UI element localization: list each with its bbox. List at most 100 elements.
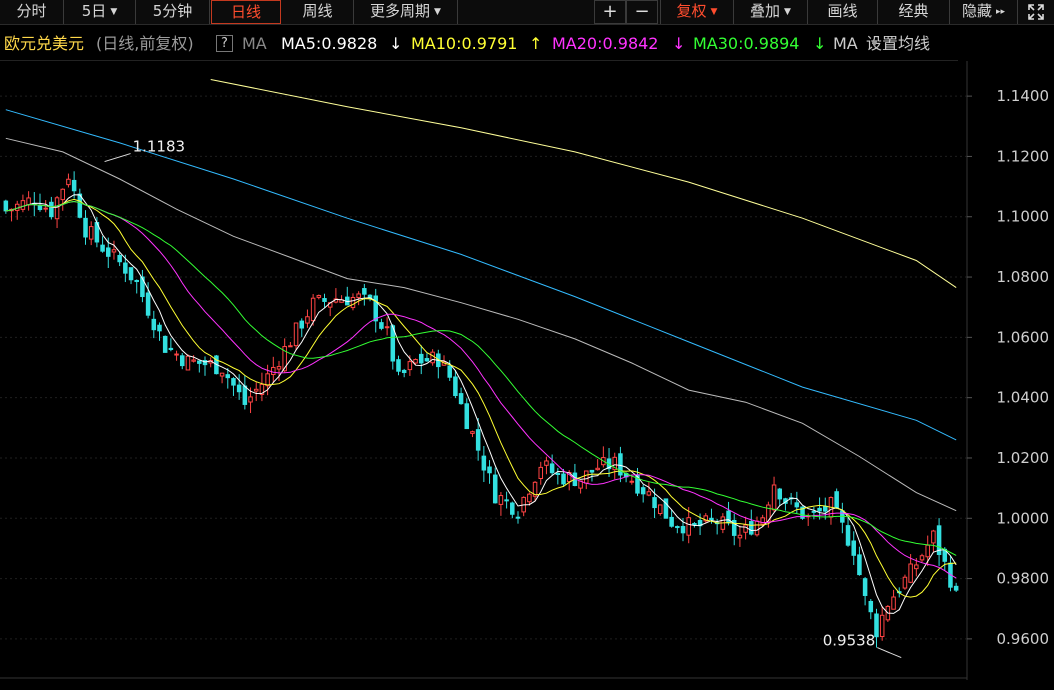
candle-down <box>555 473 561 476</box>
candle-up <box>111 249 117 253</box>
candle-up <box>356 293 361 299</box>
candle-up <box>293 322 299 347</box>
price-tick-label: 1.0000 <box>997 509 1050 527</box>
candle-up <box>253 388 259 392</box>
candle-down <box>823 505 828 512</box>
candle-down <box>71 179 77 192</box>
candle-down <box>589 469 595 473</box>
price-tick-label: 1.1200 <box>997 147 1050 165</box>
candle-down <box>106 247 111 257</box>
candle-up <box>271 366 276 375</box>
candle-down <box>134 279 139 283</box>
candle-up <box>527 493 532 503</box>
ma5-line <box>5 194 957 614</box>
candle-up <box>191 359 196 362</box>
candle-up <box>88 226 94 240</box>
candle-down <box>481 455 487 471</box>
candle-down <box>225 374 231 379</box>
candle-down <box>424 358 430 362</box>
candle-down <box>117 254 122 263</box>
candle-down <box>3 200 9 212</box>
candle-down <box>794 502 800 508</box>
candle-up <box>276 366 282 370</box>
candle-down <box>197 360 202 364</box>
price-tick-label: 1.1000 <box>997 208 1050 226</box>
candle-down <box>236 384 242 393</box>
candle-down <box>492 474 498 504</box>
candle-down <box>640 487 646 495</box>
candle-up <box>914 564 919 570</box>
candle-down <box>652 497 657 509</box>
price-axis: 1.1400 1.1200 1.1000 1.0800 1.0600 1.0400 1.02… <box>967 87 1049 648</box>
candle-up <box>350 296 356 309</box>
candle-down <box>401 369 407 374</box>
candle-down <box>100 244 105 252</box>
candle-down <box>362 288 367 295</box>
candle-up <box>743 524 748 533</box>
candle-down <box>162 335 168 353</box>
candle-down <box>447 365 452 378</box>
price-tick-label: 1.0600 <box>997 328 1050 346</box>
candle-down <box>845 525 851 546</box>
grid-lines <box>0 95 967 640</box>
candle-down <box>396 359 401 372</box>
candle-up <box>316 295 322 298</box>
candle-up <box>919 555 925 561</box>
candle-up <box>879 614 885 638</box>
price-tick-label: 0.9800 <box>997 570 1050 588</box>
candle-up <box>219 372 225 377</box>
candle-up <box>384 326 390 329</box>
candle-up <box>754 520 760 536</box>
candle-up <box>310 297 316 322</box>
candle-down <box>151 318 157 331</box>
candle-up <box>902 576 908 589</box>
candle-down <box>231 378 236 386</box>
candle-down <box>157 324 162 332</box>
annotation-arrow <box>877 647 902 659</box>
candle-up <box>686 517 691 536</box>
price-tick-label: 1.0200 <box>997 449 1050 467</box>
candle-up <box>629 480 635 483</box>
candle-up <box>288 345 293 348</box>
candle-up <box>305 316 310 324</box>
candle-down <box>475 429 481 451</box>
candle-down <box>77 193 83 218</box>
candle-down <box>851 540 856 556</box>
candle-down <box>817 507 822 512</box>
ma30-line <box>5 200 957 556</box>
candle-down <box>953 585 959 591</box>
candle-down <box>777 488 783 500</box>
annotation-arrow <box>104 153 131 163</box>
candle-down <box>83 217 88 238</box>
candle-down <box>299 320 305 329</box>
long-ma-line-3 <box>210 79 957 289</box>
candle-down <box>515 516 521 519</box>
candle-down <box>504 499 509 502</box>
candle-down <box>123 262 128 274</box>
candle-up <box>931 530 936 544</box>
candle-up <box>908 563 913 583</box>
candle-up <box>760 517 765 525</box>
candle-down <box>49 201 54 218</box>
candle-down <box>487 466 492 474</box>
price-tick-label: 0.9600 <box>997 630 1050 648</box>
short-ma-lines <box>5 194 957 614</box>
candle-down <box>549 463 555 474</box>
candle-down <box>669 516 674 527</box>
candle-down <box>179 355 185 367</box>
candle-up <box>595 467 600 471</box>
candle-up <box>407 361 413 371</box>
high-price-label: 1.1183 <box>133 138 186 156</box>
candle-up <box>498 495 504 505</box>
candlestick-chart[interactable]: 1.1400 1.1200 1.1000 1.0800 1.0600 1.0400 1.02… <box>0 0 1054 690</box>
price-tick-label: 1.1400 <box>997 87 1050 105</box>
candle-up <box>413 358 418 364</box>
candle-up <box>430 351 435 364</box>
candles <box>3 171 959 648</box>
candle-up <box>265 373 270 387</box>
candle-up <box>66 178 71 186</box>
candle-up <box>185 355 191 371</box>
candle-down <box>510 502 515 515</box>
candle-up <box>43 207 48 210</box>
candle-up <box>646 491 652 496</box>
